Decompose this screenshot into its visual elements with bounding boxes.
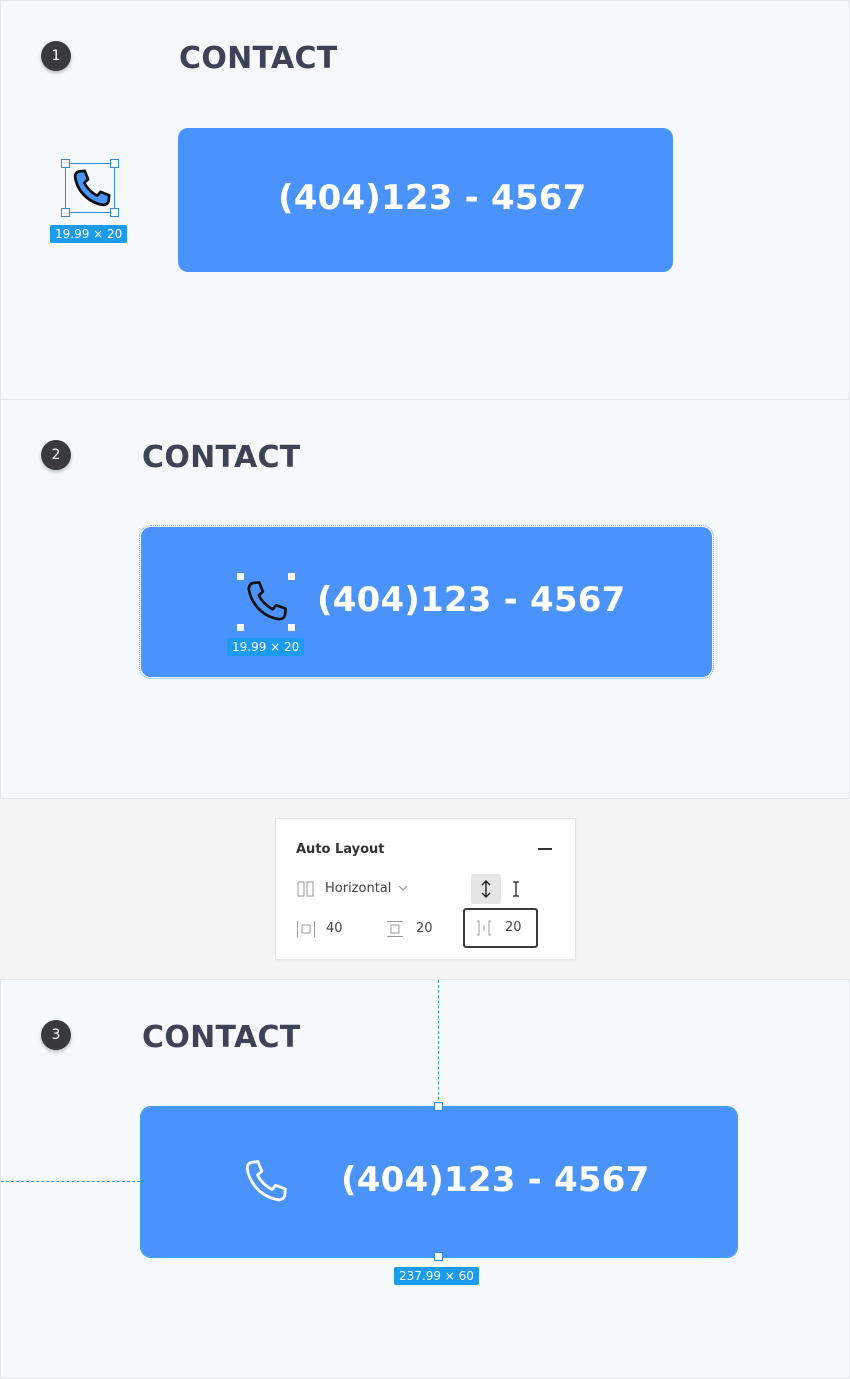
phone-button[interactable]: 19.99 × 20 (404)123 - 4567	[139, 525, 714, 679]
resize-handle[interactable]	[61, 159, 70, 168]
step-number: 3	[41, 1020, 71, 1050]
item-spacing-field[interactable]: 20	[463, 908, 538, 948]
dimension-badge: 19.99 × 20	[227, 638, 305, 656]
horizontal-direction-icon	[297, 881, 314, 897]
dimension-badge: 19.99 × 20	[50, 225, 128, 243]
item-spacing-value[interactable]: 20	[505, 920, 522, 935]
page-title: CONTACT	[142, 440, 301, 475]
dimension-badge: 237.99 × 60	[394, 1267, 479, 1285]
horizontal-padding-value[interactable]: 40	[326, 921, 343, 936]
resize-handle[interactable]	[434, 1252, 443, 1261]
resize-handle[interactable]	[110, 208, 119, 217]
step-number: 2	[41, 440, 71, 470]
step-1-panel: 1 CONTACT 19.99 × 20 (404)123 - 4567	[0, 0, 850, 400]
chevron-down-icon[interactable]	[398, 885, 408, 892]
auto-layout-panel: Auto Layout Horizontal 40 20 20	[275, 818, 576, 960]
page-title: CONTACT	[142, 1020, 301, 1055]
resize-handle[interactable]	[434, 1102, 443, 1111]
step-3-panel: 3 CONTACT (404)123 - 4567 237.99 × 60	[0, 979, 850, 1379]
vertical-guide-line	[438, 980, 439, 1105]
phone-number: (404)123 - 4567	[341, 1160, 650, 1200]
phone-icon-selection[interactable]	[61, 159, 119, 217]
phone-icon	[73, 169, 111, 207]
vertical-padding-icon	[387, 921, 403, 937]
resize-handle[interactable]	[288, 573, 295, 580]
resize-handle[interactable]	[237, 573, 244, 580]
phone-button[interactable]: (404)123 - 4567	[178, 128, 673, 272]
horizontal-guide-line	[1, 1181, 140, 1182]
text-cursor-icon[interactable]	[510, 880, 522, 898]
minus-icon[interactable]	[538, 848, 552, 850]
auto-layout-title: Auto Layout	[296, 842, 385, 857]
page-title: CONTACT	[179, 41, 338, 76]
phone-icon	[245, 1160, 287, 1202]
vertical-resize-icon	[481, 880, 491, 898]
phone-number: (404)123 - 4567	[278, 178, 587, 218]
phone-number: (404)123 - 4567	[317, 580, 626, 620]
direction-select[interactable]: Horizontal	[325, 881, 391, 896]
phone-icon	[247, 581, 287, 621]
vertical-resize-button[interactable]	[471, 874, 501, 904]
resize-handle[interactable]	[237, 624, 244, 631]
resize-handle[interactable]	[61, 208, 70, 217]
step-2-panel: 2 CONTACT 19.99 × 20 (404)123 - 4567	[0, 399, 850, 799]
phone-button[interactable]: (404)123 - 4567	[140, 1106, 738, 1258]
phone-icon-selection[interactable]	[237, 573, 295, 631]
step-number: 1	[41, 41, 71, 71]
resize-handle[interactable]	[110, 159, 119, 168]
item-spacing-icon	[477, 920, 491, 936]
horizontal-padding-icon	[297, 921, 315, 937]
resize-handle[interactable]	[288, 624, 295, 631]
vertical-padding-value[interactable]: 20	[416, 921, 433, 936]
